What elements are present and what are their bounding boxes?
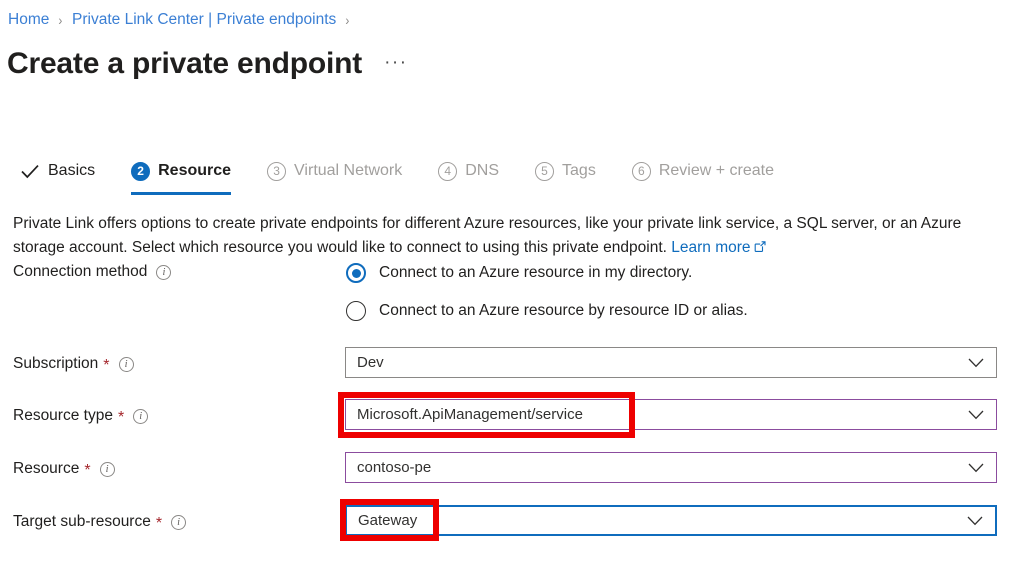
check-icon xyxy=(20,164,39,179)
subscription-value: Dev xyxy=(346,354,968,371)
tab-step-number: 5 xyxy=(535,162,554,181)
tab-basics[interactable]: Basics xyxy=(20,155,95,187)
tab-label: Tags xyxy=(562,162,596,180)
breadcrumb-item-private-link-center[interactable]: Private Link Center | Private endpoints xyxy=(72,10,336,30)
section-description: Private Link offers options to create pr… xyxy=(13,212,998,261)
label-text: Resource type xyxy=(13,407,113,425)
label-subscription: Subscription * i xyxy=(13,355,134,373)
tab-resource[interactable]: 2 Resource xyxy=(131,155,231,187)
resource-value: contoso-pe xyxy=(346,459,968,476)
radio-option-resource-id[interactable]: Connect to an Azure resource by resource… xyxy=(346,296,748,326)
more-options-icon[interactable]: ··· xyxy=(384,52,407,74)
learn-more-label: Learn more xyxy=(671,239,750,256)
chevron-down-icon[interactable] xyxy=(967,516,995,526)
required-asterisk: * xyxy=(118,410,124,426)
label-text: Connection method xyxy=(13,263,147,281)
radio-label: Connect to an Azure resource by resource… xyxy=(379,302,748,320)
info-icon[interactable]: i xyxy=(119,357,134,372)
radio-button-unselected-icon[interactable] xyxy=(346,301,366,321)
chevron-down-icon[interactable] xyxy=(968,410,996,420)
breadcrumb: Home › Private Link Center | Private end… xyxy=(8,10,359,30)
tab-label: Virtual Network xyxy=(294,162,402,180)
tab-step-number: 3 xyxy=(267,162,286,181)
label-resource-type: Resource type * i xyxy=(13,407,148,425)
external-link-icon xyxy=(754,237,766,261)
info-icon[interactable]: i xyxy=(156,265,171,280)
required-asterisk: * xyxy=(156,516,162,532)
info-icon[interactable]: i xyxy=(171,515,186,530)
resource-type-value: Microsoft.ApiManagement/service xyxy=(346,406,968,423)
title-row: Create a private endpoint ··· xyxy=(7,44,408,84)
label-text: Target sub-resource xyxy=(13,513,151,531)
resource-type-field[interactable]: Microsoft.ApiManagement/service xyxy=(345,399,997,430)
tab-label: Basics xyxy=(48,162,95,180)
radio-label: Connect to an Azure resource in my direc… xyxy=(379,264,692,282)
breadcrumb-separator-icon: › xyxy=(346,10,350,30)
tab-label: Resource xyxy=(158,162,231,180)
breadcrumb-separator-icon: › xyxy=(59,10,63,30)
target-sub-resource-field[interactable]: Gateway xyxy=(345,505,997,536)
radio-option-directory[interactable]: Connect to an Azure resource in my direc… xyxy=(346,258,748,288)
label-resource: Resource * i xyxy=(13,460,115,478)
tab-review-create[interactable]: 6 Review + create xyxy=(632,155,774,187)
label-text: Subscription xyxy=(13,355,98,373)
tab-label: Review + create xyxy=(659,162,774,180)
tab-step-number: 4 xyxy=(438,162,457,181)
tab-dns[interactable]: 4 DNS xyxy=(438,155,499,187)
info-icon[interactable]: i xyxy=(133,409,148,424)
breadcrumb-item-home[interactable]: Home xyxy=(8,10,49,30)
label-connection-method: Connection method i xyxy=(13,263,171,281)
tab-tags[interactable]: 5 Tags xyxy=(535,155,596,187)
required-asterisk: * xyxy=(84,463,90,479)
chevron-down-icon[interactable] xyxy=(968,358,996,368)
learn-more-link[interactable]: Learn more xyxy=(671,239,765,256)
subscription-field[interactable]: Dev xyxy=(345,347,997,378)
tab-step-number: 6 xyxy=(632,162,651,181)
radio-button-selected-icon[interactable] xyxy=(346,263,366,283)
page-title: Create a private endpoint xyxy=(7,44,362,84)
resource-field[interactable]: contoso-pe xyxy=(345,452,997,483)
label-text: Resource xyxy=(13,460,79,478)
connection-method-radio-group: Connect to an Azure resource in my direc… xyxy=(346,258,748,334)
description-text: Private Link offers options to create pr… xyxy=(13,215,961,256)
chevron-down-icon[interactable] xyxy=(968,463,996,473)
label-target-sub-resource: Target sub-resource * i xyxy=(13,513,186,531)
tab-label: DNS xyxy=(465,162,499,180)
tab-step-number: 2 xyxy=(131,162,150,181)
wizard-tabs: Basics 2 Resource 3 Virtual Network 4 DN… xyxy=(20,155,810,195)
info-icon[interactable]: i xyxy=(100,462,115,477)
required-asterisk: * xyxy=(103,358,109,374)
tab-virtual-network[interactable]: 3 Virtual Network xyxy=(267,155,402,187)
target-sub-resource-value: Gateway xyxy=(347,512,967,529)
